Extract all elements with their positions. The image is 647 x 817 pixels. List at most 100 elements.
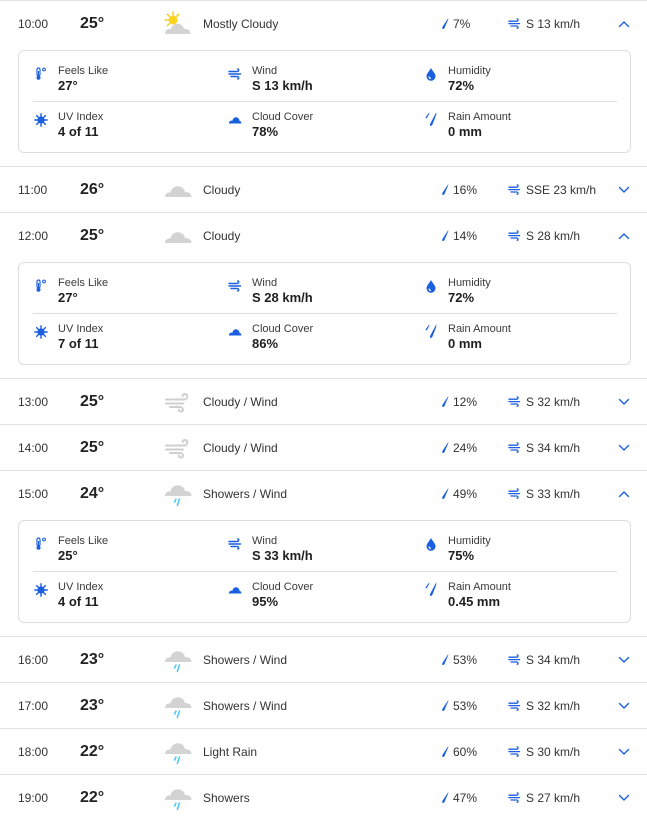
precipitation-value: 49% bbox=[453, 486, 478, 501]
chevron-down-icon bbox=[618, 656, 630, 663]
wind-icon bbox=[508, 184, 521, 195]
hour-temperature: 23° bbox=[80, 650, 105, 668]
wind-icon bbox=[508, 230, 521, 241]
condition-text: Light Rain bbox=[203, 744, 258, 759]
rain-drops-icon bbox=[424, 324, 438, 339]
condition-text: Showers bbox=[203, 790, 250, 805]
wind-icon bbox=[228, 67, 242, 81]
uv-index-value: 4 of 11 bbox=[58, 124, 99, 139]
hourly-forecast-item: 10:00 25° Mostly Cloudy 7% S 13 km/h Fee… bbox=[0, 1, 647, 167]
sun-uv-icon bbox=[34, 583, 48, 597]
wind-summary: S 33 km/h bbox=[508, 471, 580, 516]
hour-temperature: 22° bbox=[80, 742, 105, 760]
feels-like-value: 27° bbox=[58, 290, 78, 305]
hour-row-toggle[interactable]: 18:00 22° Light Rain 60% S 30 km/h bbox=[0, 729, 647, 774]
rain-amount-label: Rain Amount bbox=[448, 581, 511, 593]
condition-text: Cloudy / Wind bbox=[203, 440, 278, 455]
thermometer-icon bbox=[34, 67, 48, 81]
rain-cloud-icon bbox=[165, 650, 192, 672]
wind-value: S 32 km/h bbox=[526, 394, 581, 409]
cloud-cover-icon bbox=[228, 113, 242, 127]
wind-value: S 33 km/h bbox=[526, 486, 581, 501]
hour-temperature: 25° bbox=[80, 226, 105, 244]
cloud-cover-icon bbox=[228, 325, 242, 339]
wind-summary: S 34 km/h bbox=[508, 637, 580, 682]
expand-button[interactable] bbox=[612, 425, 636, 470]
sun-uv-icon bbox=[34, 113, 48, 127]
chevron-down-icon bbox=[618, 702, 630, 709]
collapse-button[interactable] bbox=[612, 471, 636, 516]
rain-drops-icon bbox=[424, 112, 438, 127]
wind-summary: S 32 km/h bbox=[508, 683, 580, 728]
uv-index-label: UV Index bbox=[58, 111, 104, 123]
cloud-cover-label: Cloud Cover bbox=[252, 111, 314, 123]
raindrop-icon bbox=[442, 17, 449, 29]
hourly-forecast-item: 16:00 23° Showers / Wind 53% S 34 km/h bbox=[0, 637, 647, 683]
feels-like-value: 25° bbox=[58, 548, 78, 563]
hour-row-toggle[interactable]: 10:00 25° Mostly Cloudy 7% S 13 km/h bbox=[0, 1, 647, 46]
wind-icon bbox=[508, 746, 521, 757]
wind-summary: S 27 km/h bbox=[508, 775, 580, 817]
hour-row-toggle[interactable]: 11:00 26° Cloudy 16% SSE 23 km/h bbox=[0, 167, 647, 212]
wind-icon bbox=[508, 18, 521, 29]
hour-row-toggle[interactable]: 14:00 25° Cloudy / Wind 24% S 34 km/h bbox=[0, 425, 647, 470]
collapse-button[interactable] bbox=[612, 1, 636, 46]
chevron-up-icon bbox=[618, 232, 630, 239]
precipitation-chance: 16% bbox=[442, 167, 477, 212]
wind-icon bbox=[508, 442, 521, 453]
hour-time: 18:00 bbox=[18, 744, 49, 759]
condition-text: Cloudy / Wind bbox=[203, 394, 278, 409]
hour-row-toggle[interactable]: 13:00 25° Cloudy / Wind 12% S 32 km/h bbox=[0, 379, 647, 424]
expand-button[interactable] bbox=[612, 775, 636, 817]
humidity-label: Humidity bbox=[448, 535, 491, 547]
hourly-forecast-item: 15:00 24° Showers / Wind 49% S 33 km/h F… bbox=[0, 471, 647, 637]
precipitation-value: 53% bbox=[453, 652, 478, 667]
wind-label: Wind bbox=[252, 277, 278, 289]
hour-row-toggle[interactable]: 19:00 22° Showers 47% S 27 km/h bbox=[0, 775, 647, 817]
wind-summary: S 30 km/h bbox=[508, 729, 580, 774]
wind-icon bbox=[228, 537, 242, 551]
wind-value: S 30 km/h bbox=[526, 744, 581, 759]
raindrop-icon bbox=[442, 745, 449, 757]
wind-icon bbox=[165, 438, 189, 459]
cloud-cover-value: 86% bbox=[252, 336, 279, 351]
wind-icon bbox=[508, 396, 521, 407]
precipitation-chance: 12% bbox=[442, 379, 477, 424]
raindrop-icon bbox=[442, 183, 449, 195]
humidity-drop-icon bbox=[424, 67, 438, 81]
feels-like-label: Feels Like bbox=[58, 535, 109, 547]
raindrop-icon bbox=[442, 487, 449, 499]
hourly-forecast-item: 11:00 26° Cloudy 16% SSE 23 km/h bbox=[0, 167, 647, 213]
hour-row-toggle[interactable]: 12:00 25° Cloudy 14% S 28 km/h bbox=[0, 213, 647, 258]
condition-icon-slot bbox=[160, 1, 196, 46]
hour-temperature: 22° bbox=[80, 788, 105, 806]
wind-summary: S 13 km/h bbox=[508, 1, 580, 46]
rain-amount-label: Rain Amount bbox=[448, 323, 511, 335]
collapse-button[interactable] bbox=[612, 213, 636, 258]
raindrop-icon bbox=[442, 699, 449, 711]
humidity-label: Humidity bbox=[448, 65, 491, 77]
hour-row-toggle[interactable]: 17:00 23° Showers / Wind 53% S 32 km/h bbox=[0, 683, 647, 728]
wind-icon bbox=[228, 279, 242, 293]
hour-row-toggle[interactable]: 15:00 24° Showers / Wind 49% S 33 km/h bbox=[0, 471, 647, 516]
expand-button[interactable] bbox=[612, 683, 636, 728]
expand-button[interactable] bbox=[612, 379, 636, 424]
rain-amount-value: 0 mm bbox=[448, 336, 482, 351]
precipitation-value: 16% bbox=[453, 182, 478, 197]
precipitation-chance: 14% bbox=[442, 213, 477, 258]
expand-button[interactable] bbox=[612, 637, 636, 682]
condition-icon-slot bbox=[160, 637, 196, 682]
wind-icon bbox=[165, 392, 189, 413]
hour-row-toggle[interactable]: 16:00 23° Showers / Wind 53% S 34 km/h bbox=[0, 637, 647, 682]
cloud-cover-label: Cloud Cover bbox=[252, 581, 314, 593]
precipitation-chance: 7% bbox=[442, 1, 470, 46]
chevron-down-icon bbox=[618, 794, 630, 801]
hourly-forecast-item: 18:00 22° Light Rain 60% S 30 km/h bbox=[0, 729, 647, 775]
precipitation-value: 12% bbox=[453, 394, 478, 409]
expand-button[interactable] bbox=[612, 167, 636, 212]
hour-details-panel: Feels Like 27° Wind S 13 km/h Humidity 7… bbox=[18, 50, 631, 153]
expand-button[interactable] bbox=[612, 729, 636, 774]
chevron-up-icon bbox=[618, 20, 630, 27]
wind-detail-value: S 33 km/h bbox=[252, 548, 313, 563]
condition-text: Mostly Cloudy bbox=[203, 16, 279, 31]
